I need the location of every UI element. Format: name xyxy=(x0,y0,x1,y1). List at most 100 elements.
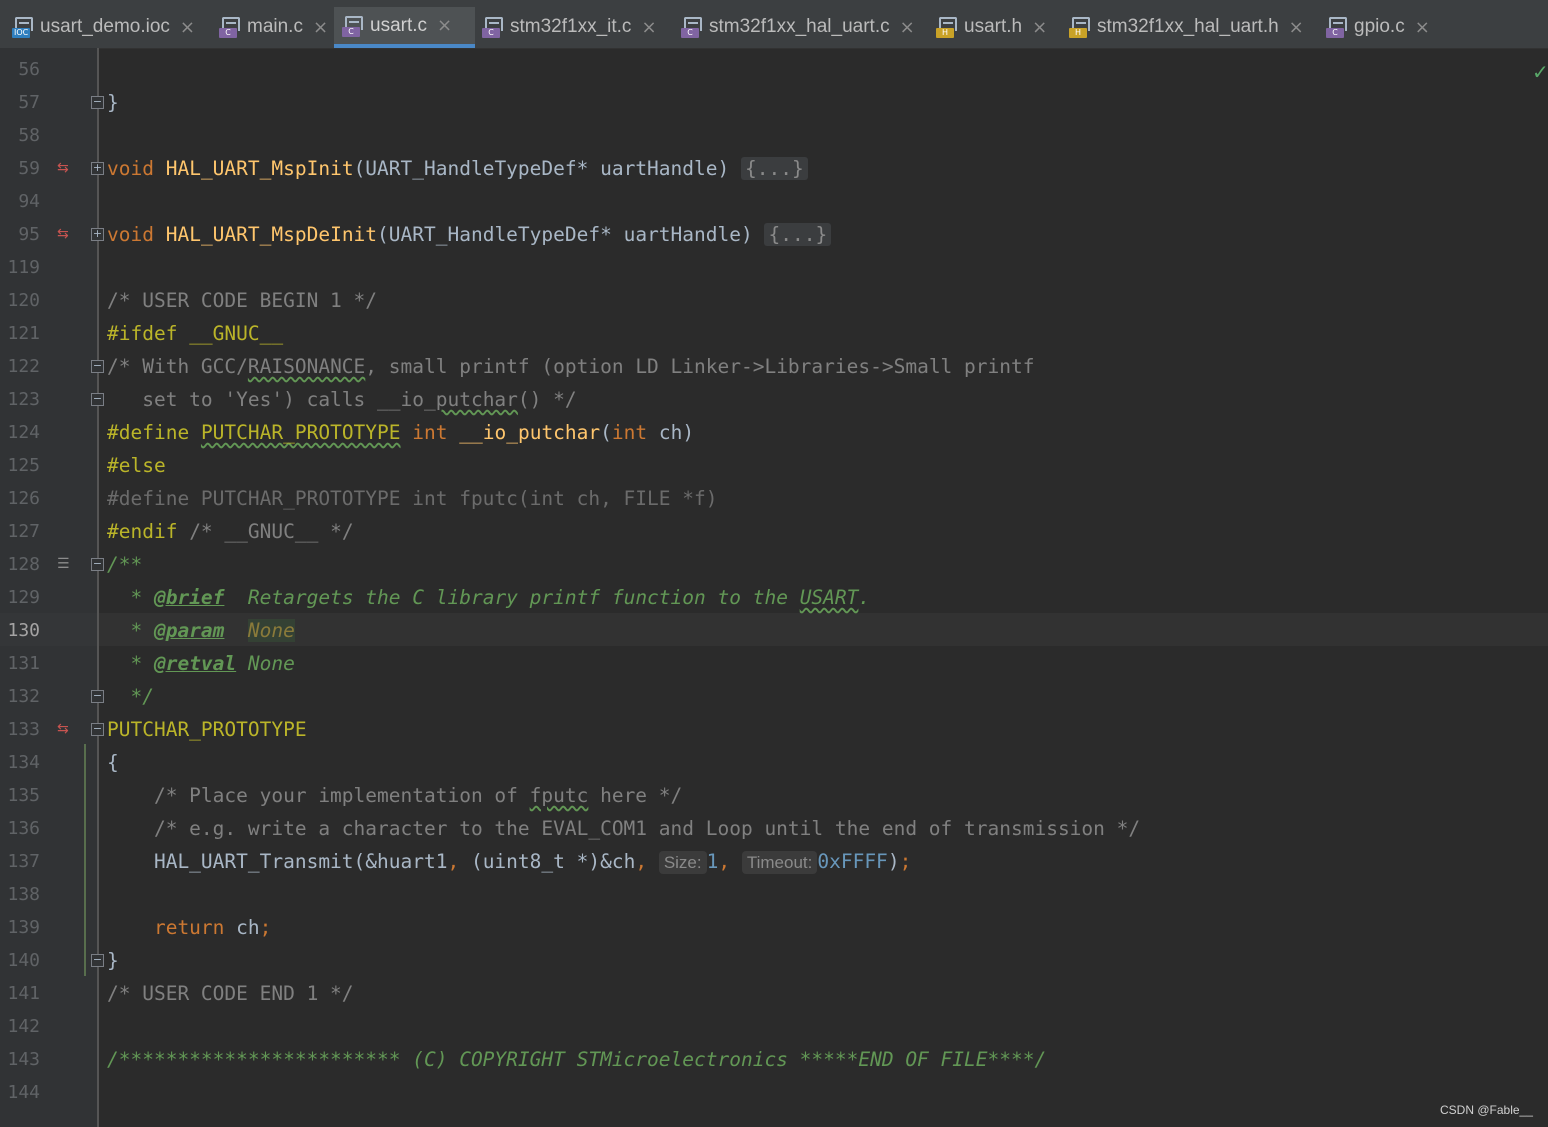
c-file-icon: C xyxy=(342,15,363,37)
line-number: 94 xyxy=(18,191,40,212)
line-number: 123 xyxy=(7,389,40,410)
c-file-icon: C xyxy=(219,16,240,38)
code-line-128: 128 ☰ − /** xyxy=(0,548,1548,581)
close-tab-icon[interactable]: × xyxy=(900,17,915,38)
code-text: HAL_UART_Transmit(&huart1, (uint8_t *)&c… xyxy=(107,850,912,874)
tab-usart-c[interactable]: Cusart.c × xyxy=(334,7,475,48)
code-text: set to 'Yes') calls __io_putchar() */ xyxy=(107,388,577,411)
line-number: 128 xyxy=(7,554,40,575)
render-doc-icon[interactable]: ☰ xyxy=(57,556,75,572)
code-text: { xyxy=(107,751,119,774)
line-number: 125 xyxy=(7,455,40,476)
close-tab-icon[interactable]: × xyxy=(1415,17,1430,38)
folded-code-placeholder[interactable]: {...} xyxy=(741,157,808,180)
fold-end-icon[interactable]: − xyxy=(91,690,104,703)
code-text: } xyxy=(107,91,119,114)
line-number: 121 xyxy=(7,323,40,344)
code-line-130: 130 * @param None xyxy=(0,614,1548,647)
parameter-hint-size: Size: xyxy=(658,851,707,874)
line-number: 127 xyxy=(7,521,40,542)
implements-navigation-icon[interactable]: ⇆ xyxy=(57,226,75,242)
code-line-131: 131 * @retval None xyxy=(0,647,1548,680)
line-number: 136 xyxy=(7,818,40,839)
tab-stm32f1xx-hal-uart-h[interactable]: Hstm32f1xx_hal_uart.h × xyxy=(1061,7,1314,47)
folded-code-placeholder[interactable]: {...} xyxy=(764,223,832,246)
code-line-59: 59 ⇆ + void HAL_UART_MspInit(UART_Handle… xyxy=(0,152,1548,185)
fold-end-icon[interactable]: − xyxy=(91,96,104,109)
ioc-file-icon: IOC xyxy=(12,16,33,38)
tab-gpio-c[interactable]: Cgpio.c × xyxy=(1318,7,1436,47)
tab-label: main.c xyxy=(247,16,303,37)
line-number: 134 xyxy=(7,752,40,773)
code-text: * @retval None xyxy=(107,652,295,675)
code-line-143: 143 /************************ (C) COPYRI… xyxy=(0,1043,1548,1076)
tab-label: stm32f1xx_hal_uart.c xyxy=(709,16,890,37)
close-tab-icon[interactable]: × xyxy=(641,17,656,38)
code-line-134: 134 { xyxy=(0,746,1548,779)
code-line-122: 122 − /* With GCC/RAISONANCE, small prin… xyxy=(0,350,1548,383)
fold-expand-icon[interactable]: + xyxy=(91,162,104,175)
code-text: } xyxy=(107,949,119,972)
code-line-133: 133 ⇆ − PUTCHAR_PROTOTYPE xyxy=(0,713,1548,746)
c-file-icon: C xyxy=(1326,16,1347,38)
code-line-58: 58 xyxy=(0,119,1548,152)
code-line-120: 120 /* USER CODE BEGIN 1 */ xyxy=(0,284,1548,317)
line-number: 124 xyxy=(7,422,40,443)
tab-usart-h[interactable]: Husart.h × xyxy=(928,7,1061,47)
code-text: return ch; xyxy=(107,916,272,939)
line-number: 142 xyxy=(7,1016,40,1037)
code-line-141: 141 /* USER CODE END 1 */ xyxy=(0,977,1548,1010)
fold-expand-icon[interactable]: + xyxy=(91,228,104,241)
close-tab-icon[interactable]: × xyxy=(1289,17,1304,38)
code-line-144: 144 xyxy=(0,1076,1548,1109)
code-line-137: 137 HAL_UART_Transmit(&huart1, (uint8_t … xyxy=(0,845,1548,878)
fold-collapse-icon[interactable]: − xyxy=(91,723,104,736)
line-number: 129 xyxy=(7,587,40,608)
code-text: #else xyxy=(107,454,166,477)
tab-stm32f1xx-it-c[interactable]: Cstm32f1xx_it.c × xyxy=(474,7,672,47)
code-text: #ifdef __GNUC__ xyxy=(107,322,284,345)
code-text: * @brief Retargets the C library printf … xyxy=(107,586,871,609)
code-line-123: 123 − set to 'Yes') calls __io_putchar()… xyxy=(0,383,1548,416)
inspection-ok-check-icon[interactable]: ✓ xyxy=(1532,60,1548,84)
close-tab-icon[interactable]: × xyxy=(1032,17,1047,38)
code-line-57: 57 − } xyxy=(0,86,1548,119)
fold-end-icon[interactable]: − xyxy=(91,954,104,967)
line-number: 131 xyxy=(7,653,40,674)
code-line-140: 140 − } xyxy=(0,944,1548,977)
code-line-127: 127 #endif /* __GNUC__ */ xyxy=(0,515,1548,548)
code-line-135: 135 /* Place your implementation of fput… xyxy=(0,779,1548,812)
c-file-icon: C xyxy=(482,16,503,38)
code-line-132: 132 − */ xyxy=(0,680,1548,713)
code-text: void HAL_UART_MspDeInit(UART_HandleTypeD… xyxy=(107,218,832,251)
header-file-icon: H xyxy=(936,16,957,38)
code-text: /* Place your implementation of fputc he… xyxy=(107,784,683,807)
line-number: 144 xyxy=(7,1082,40,1103)
close-tab-icon[interactable]: × xyxy=(437,15,452,36)
tab-main-c[interactable]: Cmain.c × xyxy=(211,7,334,47)
code-line-136: 136 /* e.g. write a character to the EVA… xyxy=(0,812,1548,845)
tab-stm32f1xx-hal-uart-c[interactable]: Cstm32f1xx_hal_uart.c × xyxy=(673,7,926,47)
tab-label: usart.c xyxy=(370,14,428,36)
close-tab-icon[interactable]: × xyxy=(180,17,195,38)
line-number: 140 xyxy=(7,950,40,971)
fold-collapse-icon[interactable]: − xyxy=(91,360,104,373)
tab-label: stm32f1xx_it.c xyxy=(510,16,632,37)
code-line-126: 126 #define PUTCHAR_PROTOTYPE int fputc(… xyxy=(0,482,1548,515)
fold-collapse-icon[interactable]: − xyxy=(91,558,104,571)
code-text: */ xyxy=(107,685,154,708)
tab-usart-demo-ioc[interactable]: IOC usart_demo.ioc × xyxy=(4,7,207,47)
line-number: 137 xyxy=(7,851,40,872)
code-text: /* USER CODE BEGIN 1 */ xyxy=(107,289,378,312)
tab-label: usart_demo.ioc xyxy=(40,16,170,37)
line-number: 59 xyxy=(18,158,40,179)
inactive-code-text: #define PUTCHAR_PROTOTYPE int fputc(int … xyxy=(107,487,718,510)
implements-navigation-icon[interactable]: ⇆ xyxy=(57,721,75,737)
fold-end-icon[interactable]: − xyxy=(91,393,104,406)
line-number: 56 xyxy=(18,59,40,80)
implements-navigation-icon[interactable]: ⇆ xyxy=(57,160,75,176)
line-number: 141 xyxy=(7,983,40,1004)
close-tab-icon[interactable]: × xyxy=(313,17,328,38)
code-line-119: 119 xyxy=(0,251,1548,284)
code-text: /** xyxy=(107,553,143,576)
